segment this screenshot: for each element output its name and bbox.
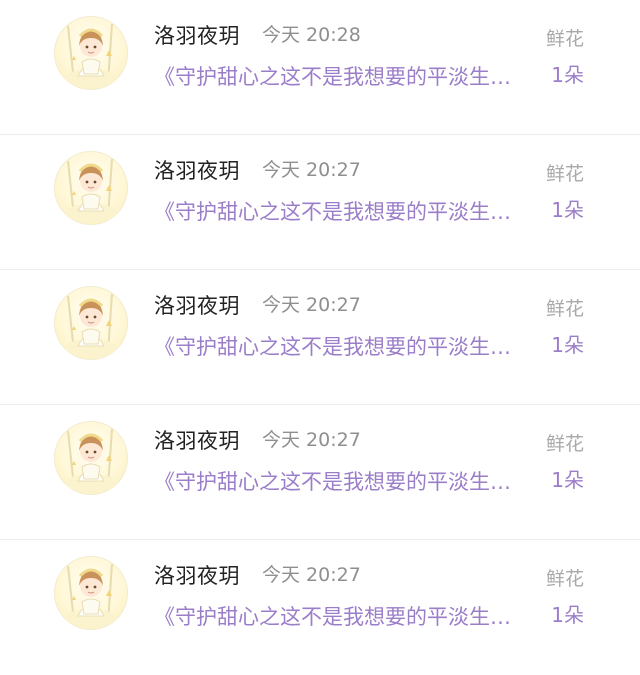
timestamp: 今天 20:28 bbox=[262, 24, 361, 46]
anime-girl-avatar-icon bbox=[65, 563, 117, 627]
gift-type: 鲜花 bbox=[545, 568, 584, 590]
gift-quantity: 1朵 bbox=[551, 468, 584, 492]
list-item[interactable]: 洛羽夜玥 今天 20:27 《守护甜心之这不是我想要的平淡生活》 鲜花 1朵 bbox=[0, 540, 640, 675]
anime-girl-avatar-icon bbox=[65, 293, 117, 357]
book-title-link[interactable]: 《守护甜心之这不是我想要的平淡生活》 bbox=[154, 331, 530, 361]
gift-quantity: 1朵 bbox=[551, 333, 584, 357]
avatar[interactable] bbox=[54, 286, 128, 360]
list-item[interactable]: 洛羽夜玥 今天 20:28 《守护甜心之这不是我想要的平淡生活》 鲜花 1朵 bbox=[0, 0, 640, 135]
user-name: 洛羽夜玥 bbox=[154, 159, 240, 183]
gift-quantity: 1朵 bbox=[551, 603, 584, 627]
gift-type: 鲜花 bbox=[545, 298, 584, 320]
avatar[interactable] bbox=[54, 421, 128, 495]
user-name: 洛羽夜玥 bbox=[154, 24, 240, 48]
book-title-link[interactable]: 《守护甜心之这不是我想要的平淡生活》 bbox=[154, 466, 530, 496]
book-title-link[interactable]: 《守护甜心之这不是我想要的平淡生活》 bbox=[154, 196, 530, 226]
gift-record-list: 洛羽夜玥 今天 20:28 《守护甜心之这不是我想要的平淡生活》 鲜花 1朵 洛… bbox=[0, 0, 640, 647]
avatar[interactable] bbox=[54, 151, 128, 225]
list-item[interactable]: 洛羽夜玥 今天 20:27 《守护甜心之这不是我想要的平淡生活》 鲜花 1朵 bbox=[0, 135, 640, 270]
avatar[interactable] bbox=[54, 16, 128, 90]
anime-girl-avatar-icon bbox=[65, 23, 117, 87]
gift-type: 鲜花 bbox=[545, 28, 584, 50]
timestamp: 今天 20:27 bbox=[262, 294, 361, 316]
anime-girl-avatar-icon bbox=[65, 428, 117, 492]
anime-girl-avatar-icon bbox=[65, 158, 117, 222]
timestamp: 今天 20:27 bbox=[262, 429, 361, 451]
user-name: 洛羽夜玥 bbox=[154, 294, 240, 318]
user-name: 洛羽夜玥 bbox=[154, 564, 240, 588]
book-title-link[interactable]: 《守护甜心之这不是我想要的平淡生活》 bbox=[154, 61, 530, 91]
user-name: 洛羽夜玥 bbox=[154, 429, 240, 453]
gift-type: 鲜花 bbox=[545, 433, 584, 455]
gift-type: 鲜花 bbox=[545, 163, 584, 185]
list-item[interactable]: 洛羽夜玥 今天 20:27 《守护甜心之这不是我想要的平淡生活》 鲜花 1朵 bbox=[0, 405, 640, 540]
timestamp: 今天 20:27 bbox=[262, 564, 361, 586]
book-title-link[interactable]: 《守护甜心之这不是我想要的平淡生活》 bbox=[154, 601, 530, 631]
gift-quantity: 1朵 bbox=[551, 198, 584, 222]
avatar[interactable] bbox=[54, 556, 128, 630]
list-item[interactable]: 洛羽夜玥 今天 20:27 《守护甜心之这不是我想要的平淡生活》 鲜花 1朵 bbox=[0, 270, 640, 405]
gift-quantity: 1朵 bbox=[551, 63, 584, 87]
timestamp: 今天 20:27 bbox=[262, 159, 361, 181]
